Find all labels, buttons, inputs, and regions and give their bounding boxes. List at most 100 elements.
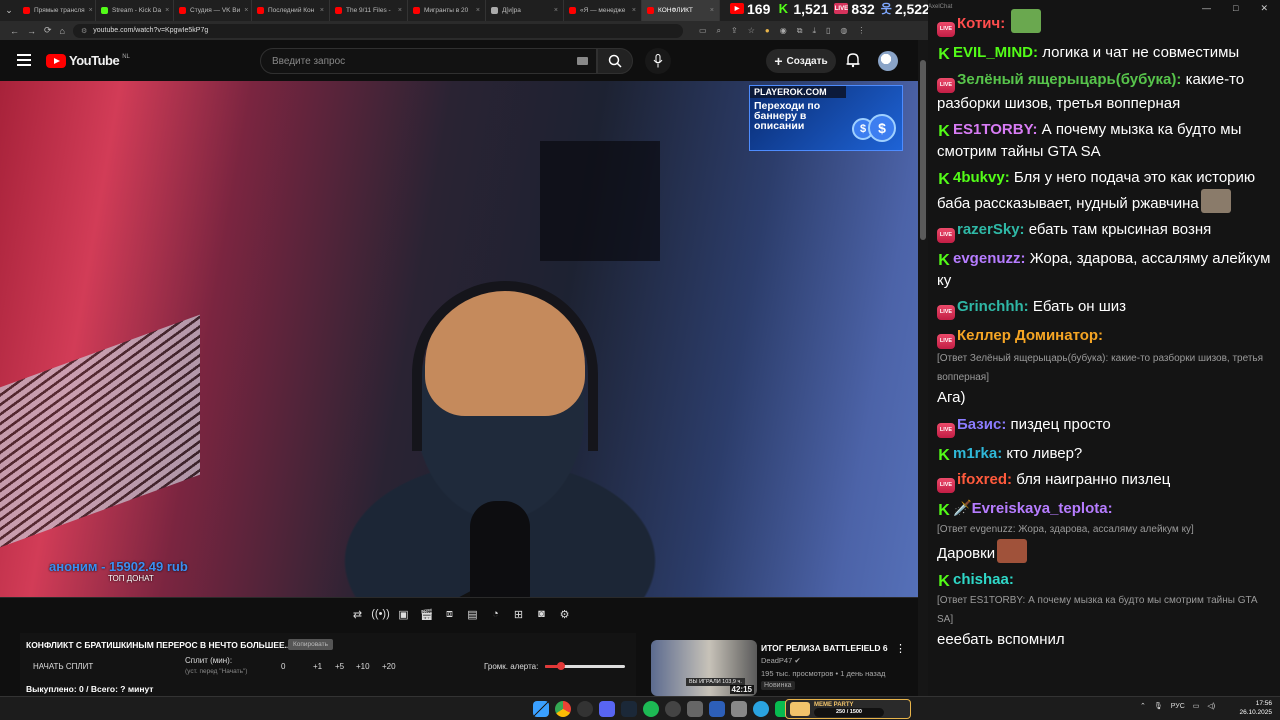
search-input[interactable]: Введите запрос — [260, 48, 597, 74]
hamburger-menu-icon[interactable] — [17, 54, 31, 66]
obs-icon[interactable] — [577, 701, 593, 717]
meme-party-widget[interactable]: MEME PARTY 250 / 1500 — [785, 699, 911, 719]
url-field[interactable]: ⚙ youtube.com/watch?v=KpgwIe5kP7g — [72, 23, 683, 38]
recommended-video[interactable]: ВЫ ИГРАЛИ 103,9 ч. 42:15 ИТОГ РЕЛИЗА BAT… — [651, 640, 921, 696]
home-icon[interactable]: ⌂ — [60, 26, 65, 36]
site-info-icon[interactable]: ⚙ — [81, 27, 87, 35]
chat-username[interactable]: Котич: — [957, 15, 1005, 32]
tab-close-icon[interactable]: × — [89, 7, 93, 14]
chat-username[interactable]: Базис: — [957, 416, 1006, 433]
extension-icon[interactable]: ● — [765, 26, 770, 36]
close-icon[interactable]: ✕ — [1260, 3, 1268, 14]
video-thumbnail[interactable]: ВЫ ИГРАЛИ 103,9 ч. 42:15 — [651, 640, 757, 696]
keyboard-icon[interactable] — [577, 57, 588, 65]
tab-close-icon[interactable]: × — [244, 7, 248, 14]
minimize-icon[interactable]: — — [1202, 3, 1211, 14]
chat-username[interactable]: ES1TORBY: — [953, 121, 1037, 138]
bookmark-star-icon[interactable]: ☆ — [748, 26, 755, 36]
tab-close-icon[interactable]: × — [632, 7, 636, 14]
tab-close-icon[interactable]: × — [398, 7, 402, 14]
tab-close-icon[interactable]: × — [320, 7, 324, 14]
page-scrollbar[interactable] — [918, 40, 928, 696]
language-indicator[interactable]: РУС — [1171, 703, 1185, 710]
scrollbar-thumb[interactable] — [920, 60, 926, 240]
chat-username[interactable]: evgenuzz: — [953, 250, 1026, 267]
chat-username[interactable]: m1rka: — [953, 445, 1002, 462]
voice-search-button[interactable] — [645, 48, 671, 74]
loop-icon[interactable]: ⇄ — [349, 606, 366, 622]
chat-username[interactable]: 4bukvy: — [953, 169, 1010, 186]
spotify-icon[interactable] — [643, 701, 659, 717]
browser-tab[interactable]: The 9/11 Files - × — [330, 0, 408, 21]
create-button[interactable]: + Создать — [766, 49, 836, 73]
download-icon[interactable]: ⤓ — [812, 26, 816, 36]
network-icon[interactable]: ▭ — [1193, 702, 1200, 710]
video-player[interactable]: PLAYEROK.COM Переходи по баннеру в описа… — [0, 81, 918, 597]
forward-icon[interactable]: → — [27, 26, 36, 36]
browser-tab[interactable]: Последний Кон × — [252, 0, 330, 21]
browser-tab[interactable]: «Я — менедже × — [564, 0, 642, 21]
search-button[interactable] — [597, 48, 633, 74]
chat-username[interactable]: razerSky: — [957, 221, 1025, 238]
alert-volume-slider[interactable] — [545, 662, 625, 670]
chat-username[interactable]: Келлер Доминатор: — [957, 327, 1103, 344]
browser-tab[interactable]: Прямые трансля × — [18, 0, 96, 21]
broadcast-icon[interactable]: ((•)) — [371, 606, 390, 622]
windows-start-icon[interactable] — [533, 701, 549, 717]
more-options-icon[interactable]: ⋮ — [895, 642, 906, 655]
account-avatar[interactable] — [878, 51, 898, 71]
sponsor-banner[interactable]: PLAYEROK.COM Переходи по баннеру в описа… — [749, 85, 903, 151]
chat-username[interactable]: ifoxred: — [957, 471, 1012, 488]
browser-tab[interactable]: Студия — VK Ви × — [174, 0, 252, 21]
split-add-1-button[interactable]: +1 — [313, 662, 322, 671]
start-split-button[interactable]: НАЧАТЬ СПЛИТ — [33, 662, 93, 671]
maximize-icon[interactable]: □ — [1233, 3, 1238, 14]
chat-username[interactable]: Grinchhh: — [957, 298, 1029, 315]
tab-close-icon[interactable]: × — [710, 7, 714, 14]
app-icon[interactable] — [687, 701, 703, 717]
cast-icon[interactable]: ▭ — [699, 26, 707, 36]
steam-icon[interactable] — [621, 701, 637, 717]
menu-icon[interactable]: ⋮ — [857, 26, 865, 36]
split-add-20-button[interactable]: +20 — [382, 662, 396, 671]
speed-gauge-icon[interactable]: ◔ — [487, 606, 504, 622]
tab-close-icon[interactable]: × — [554, 7, 558, 14]
share-icon[interactable]: ⇪ — [731, 26, 738, 36]
browser-tab[interactable]: Д[и]ра × — [486, 0, 564, 21]
profile-icon[interactable]: ◍ — [840, 26, 847, 36]
youtube-logo[interactable]: YouTube NL — [46, 53, 130, 68]
split-add-10-button[interactable]: +10 — [356, 662, 370, 671]
picture-in-picture-icon[interactable]: ⧈ — [441, 606, 458, 622]
browser-tab[interactable]: КОНФЛИКТ × — [642, 0, 720, 21]
clip-icon[interactable]: 🎬︎ — [418, 606, 435, 622]
chevron-up-icon[interactable]: ⌃ — [1140, 702, 1146, 710]
settings-gear-icon[interactable]: ⚙ — [556, 606, 573, 622]
reload-icon[interactable]: ⟳ — [44, 25, 52, 36]
screenshot-tool-icon[interactable]: ▣ — [395, 606, 412, 622]
notifications-bell-icon[interactable] — [845, 52, 861, 68]
chrome-icon[interactable] — [555, 701, 571, 717]
chat-username[interactable]: Зелёный ящерыцарь(бубука): — [957, 71, 1181, 88]
app-icon[interactable] — [665, 701, 681, 717]
tab-close-icon[interactable]: × — [165, 7, 169, 14]
app-icon[interactable] — [709, 701, 725, 717]
split-add-5-button[interactable]: +5 — [335, 662, 344, 671]
telegram-icon[interactable] — [753, 701, 769, 717]
extensions-puzzle-icon[interactable]: ⧉ — [797, 26, 803, 36]
tab-search-icon[interactable]: ⌄ — [0, 0, 18, 21]
chat-username[interactable]: chishaa: — [953, 571, 1014, 588]
microphone-icon[interactable]: 🎙︎ — [1154, 702, 1163, 710]
browser-tab[interactable]: Stream - Kick Da × — [96, 0, 174, 21]
recommended-title[interactable]: ИТОГ РЕЛИЗА BATTLEFIELD 6 — [761, 643, 888, 653]
system-clock[interactable]: 17:56 26.10.2025 — [1228, 699, 1272, 717]
app-icon[interactable] — [731, 701, 747, 717]
chat-username[interactable]: 🗡️Evreiskaya_teplota: — [953, 500, 1113, 517]
add-icon[interactable]: ⊞ — [510, 606, 527, 622]
extension-icon[interactable]: ◉ — [780, 26, 787, 36]
filmstrip-icon[interactable]: ▤ — [464, 606, 481, 622]
volume-icon[interactable]: ◁) — [1207, 702, 1215, 710]
copy-button[interactable]: Копировать — [288, 639, 333, 650]
browser-tab[interactable]: Мигранты в 20 × — [408, 0, 486, 21]
chat-username[interactable]: EVIL_MIND: — [953, 44, 1038, 61]
tab-close-icon[interactable]: × — [476, 7, 480, 14]
